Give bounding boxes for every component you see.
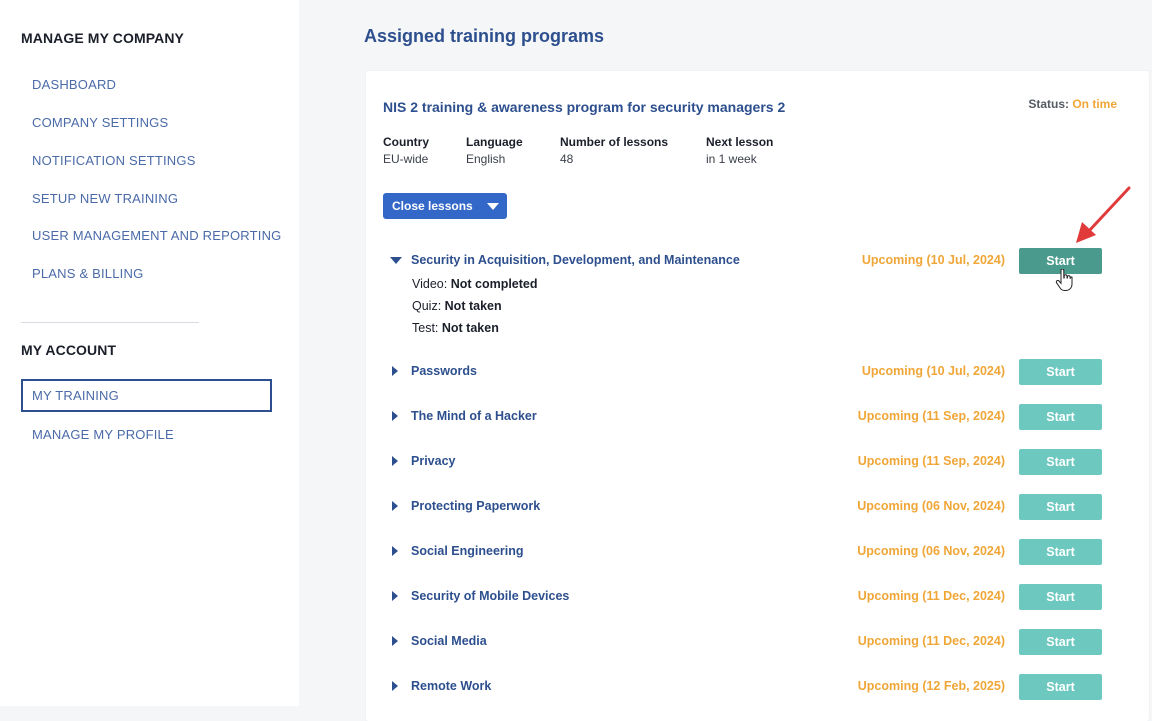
lesson-status: Upcoming (11 Sep, 2024) bbox=[857, 454, 1005, 468]
program-title: NIS 2 training & awareness program for s… bbox=[383, 99, 786, 115]
lesson-status: Upcoming (11 Dec, 2024) bbox=[857, 634, 1005, 648]
meta-value: 48 bbox=[560, 152, 574, 166]
lesson-row: Social Media Upcoming (11 Dec, 2024) Sta… bbox=[366, 629, 1149, 655]
lesson-status: Upcoming (06 Nov, 2024) bbox=[857, 499, 1005, 513]
lesson-row: Protecting Paperwork Upcoming (06 Nov, 2… bbox=[366, 494, 1149, 520]
meta-country: Country EU-wide bbox=[383, 135, 429, 167]
lesson-title[interactable]: Security of Mobile Devices bbox=[411, 589, 569, 603]
start-button[interactable]: Start bbox=[1019, 674, 1102, 700]
triangle-right-icon[interactable] bbox=[392, 546, 398, 556]
meta-label: Country bbox=[383, 135, 429, 149]
start-button[interactable]: Start bbox=[1019, 404, 1102, 430]
chevron-down-icon bbox=[487, 203, 499, 210]
detail-value: Not completed bbox=[450, 277, 538, 291]
page-title: Assigned training programs bbox=[364, 26, 605, 46]
close-lessons-label: Close lessons bbox=[392, 199, 473, 213]
lesson-title[interactable]: The Mind of a Hacker bbox=[411, 409, 537, 423]
detail-value: Not taken bbox=[441, 321, 499, 335]
nav-notification-settings[interactable]: NOTIFICATION SETTINGS bbox=[32, 153, 196, 169]
start-button[interactable]: Start bbox=[1019, 539, 1102, 565]
lesson-row: Privacy Upcoming (11 Sep, 2024) Start bbox=[366, 449, 1149, 475]
lesson-title[interactable]: Protecting Paperwork bbox=[411, 499, 540, 513]
start-button[interactable]: Start bbox=[1019, 449, 1102, 475]
nav-dashboard[interactable]: DASHBOARD bbox=[32, 77, 116, 93]
lesson-title[interactable]: Social Engineering bbox=[411, 544, 524, 558]
triangle-right-icon[interactable] bbox=[392, 501, 398, 511]
start-button[interactable]: Start bbox=[1019, 494, 1102, 520]
detail-label: Test: bbox=[412, 321, 442, 335]
meta-lessons-count: Number of lessons 48 bbox=[560, 135, 668, 167]
lesson-status: Upcoming (11 Dec, 2024) bbox=[857, 589, 1005, 603]
meta-next-lesson: Next lesson in 1 week bbox=[706, 135, 773, 167]
nav-setup-new-training[interactable]: SETUP NEW TRAINING bbox=[32, 191, 178, 207]
detail-label: Quiz: bbox=[412, 299, 445, 313]
lesson-detail-test: Test: Not taken bbox=[412, 321, 499, 335]
lesson-title[interactable]: Passwords bbox=[411, 364, 477, 378]
meta-value: EU-wide bbox=[383, 152, 429, 166]
sidebar: MANAGE MY COMPANY DASHBOARD COMPANY SETT… bbox=[0, 0, 299, 706]
lesson-row: Passwords Upcoming (10 Jul, 2024) Start bbox=[366, 359, 1149, 385]
meta-label: Next lesson bbox=[706, 135, 774, 149]
meta-language: Language English bbox=[466, 135, 523, 167]
status-badge: On time bbox=[1072, 97, 1117, 111]
meta-label: Language bbox=[466, 135, 523, 149]
start-button[interactable]: Start bbox=[1019, 584, 1102, 610]
nav-company-settings[interactable]: COMPANY SETTINGS bbox=[32, 115, 168, 131]
detail-value: Not taken bbox=[444, 299, 502, 313]
close-lessons-button[interactable]: Close lessons bbox=[383, 193, 507, 219]
triangle-right-icon[interactable] bbox=[392, 411, 398, 421]
triangle-down-icon[interactable] bbox=[390, 257, 402, 264]
manage-company-heading: MANAGE MY COMPANY bbox=[21, 30, 184, 46]
lesson-detail-video: Video: Not completed bbox=[412, 277, 538, 291]
triangle-right-icon[interactable] bbox=[392, 636, 398, 646]
lesson-title[interactable]: Security in Acquisition, Development, an… bbox=[411, 253, 740, 267]
lesson-status: Upcoming (06 Nov, 2024) bbox=[857, 544, 1005, 558]
lesson-title[interactable]: Social Media bbox=[411, 634, 487, 648]
nav-manage-my-profile[interactable]: MANAGE MY PROFILE bbox=[32, 427, 174, 443]
hand-pointer-icon bbox=[1055, 269, 1073, 291]
lesson-status: Upcoming (10 Jul, 2024) bbox=[861, 364, 1005, 378]
triangle-right-icon[interactable] bbox=[392, 366, 398, 376]
triangle-right-icon[interactable] bbox=[392, 456, 398, 466]
sidebar-divider bbox=[21, 322, 199, 323]
start-button[interactable]: Start bbox=[1019, 359, 1102, 385]
lesson-status: Upcoming (10 Jul, 2024) bbox=[861, 253, 1005, 267]
status-label: Status: bbox=[1028, 97, 1069, 111]
lesson-row: The Mind of a Hacker Upcoming (11 Sep, 2… bbox=[366, 404, 1149, 430]
meta-label: Number of lessons bbox=[560, 135, 669, 149]
triangle-right-icon[interactable] bbox=[392, 681, 398, 691]
lesson-status: Upcoming (12 Feb, 2025) bbox=[857, 679, 1005, 693]
nav-my-training[interactable]: MY TRAINING bbox=[21, 379, 272, 412]
nav-plans-billing[interactable]: PLANS & BILLING bbox=[32, 266, 143, 282]
nav-user-management[interactable]: USER MANAGEMENT AND REPORTING bbox=[32, 228, 281, 244]
my-account-heading: MY ACCOUNT bbox=[21, 342, 117, 358]
program-card: NIS 2 training & awareness program for s… bbox=[366, 71, 1149, 721]
meta-value: in 1 week bbox=[706, 152, 757, 166]
meta-value: English bbox=[466, 152, 506, 166]
lesson-row: Security in Acquisition, Development, an… bbox=[366, 248, 1149, 274]
detail-label: Video: bbox=[412, 277, 451, 291]
lesson-detail-quiz: Quiz: Not taken bbox=[412, 299, 502, 313]
lesson-row: Remote Work Upcoming (12 Feb, 2025) Star… bbox=[366, 674, 1149, 700]
program-status: Status: On time bbox=[1028, 97, 1117, 111]
lesson-title[interactable]: Remote Work bbox=[411, 679, 491, 693]
lesson-status: Upcoming (11 Sep, 2024) bbox=[857, 409, 1005, 423]
lesson-title[interactable]: Privacy bbox=[411, 454, 455, 468]
lesson-row: Social Engineering Upcoming (06 Nov, 202… bbox=[366, 539, 1149, 565]
lesson-row: Security of Mobile Devices Upcoming (11 … bbox=[366, 584, 1149, 610]
triangle-right-icon[interactable] bbox=[392, 591, 398, 601]
start-button[interactable]: Start bbox=[1019, 629, 1102, 655]
